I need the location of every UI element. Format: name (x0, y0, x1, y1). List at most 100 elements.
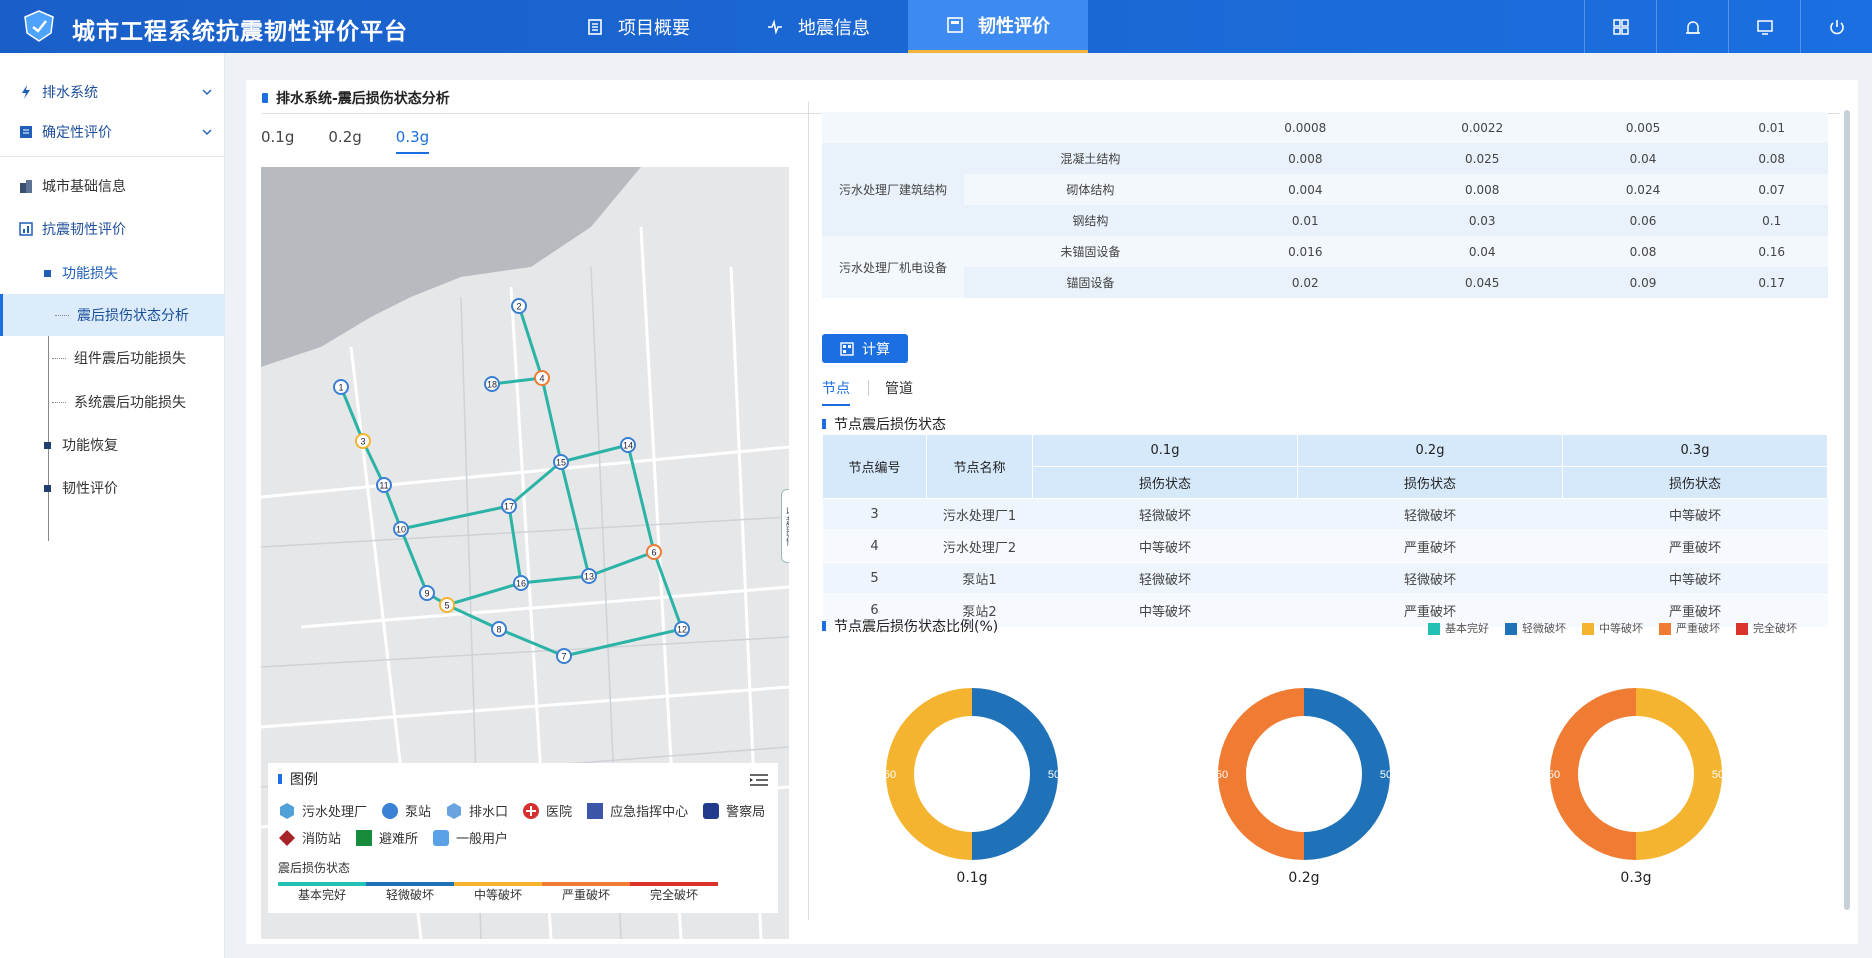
map-node[interactable]: 8 (491, 621, 507, 637)
sidebar-sub-recovery[interactable]: 功能恢复 (0, 424, 225, 466)
sidebar-item-city-info[interactable]: 城市基础信息 (0, 166, 225, 206)
table-cell: 0.02 (1216, 267, 1394, 298)
calculate-button[interactable]: 计算 (822, 334, 908, 363)
table-cell: 泵站1 (926, 562, 1033, 595)
damage-state-label: 轻微破坏 (366, 882, 454, 903)
donut-slice[interactable] (886, 688, 972, 860)
table-cell: 5 (822, 562, 927, 595)
map-node[interactable]: 14 (620, 437, 636, 453)
nav-project-overview[interactable]: 项目概要 (548, 0, 728, 53)
sidebar-label: 组件震后功能损失 (74, 351, 186, 367)
map-node-label: 8 (496, 625, 501, 635)
col-node-name: 节点名称 (926, 434, 1033, 499)
donut-slice[interactable] (1218, 688, 1304, 860)
tab-pipes[interactable]: 管道 (885, 378, 931, 406)
power-button[interactable] (1800, 0, 1872, 53)
table-row: 0.0008 0.0022 0.005 0.01 (822, 112, 1828, 143)
list-toggle-icon[interactable] (750, 773, 768, 787)
donut-svg: 50 50 (1548, 688, 1724, 860)
alarm-button[interactable] (1656, 0, 1728, 53)
main-panel: 排水系统-震后损伤状态分析 0.1g 0.2g 0.3g 1 2 3 4 5 6 7 8 9 10… (246, 80, 1858, 944)
map-node[interactable]: 4 (534, 370, 550, 386)
tab-pga-01[interactable]: 0.1g (261, 128, 294, 154)
sidebar-item-resilience[interactable]: 抗震韧性评价 (0, 209, 225, 249)
bullet-icon (44, 269, 51, 277)
table-cell (964, 112, 1217, 143)
legend-item: 严重破坏 (1659, 620, 1720, 636)
map-node[interactable]: 7 (556, 648, 572, 664)
sidebar-divider (0, 156, 225, 157)
table-cell: 0.008 (1216, 143, 1394, 174)
tab-pga-03[interactable]: 0.3g (395, 128, 430, 154)
map-node[interactable]: 5 (439, 597, 455, 613)
legend-hospital: 医院 (522, 801, 572, 820)
damage-state-label: 严重破坏 (542, 882, 630, 903)
table-cell: 0.005 (1570, 112, 1716, 143)
main-nav: 项目概要 地震信息 韧性评价 (548, 0, 1088, 53)
table-row: 3 污水处理厂1 轻微破坏 轻微破坏 中等破坏 (822, 498, 1828, 531)
nav-resilience-evaluation[interactable]: 韧性评价 (908, 0, 1088, 53)
seismic-icon (768, 18, 782, 35)
fragility-table: 0.0008 0.0022 0.005 0.01 污水处理厂建筑结构 混凝土结构 0.008… (822, 112, 1828, 298)
ratio-legend: 基本完好 轻微破坏 中等破坏 严重破坏 完全破坏 (1428, 620, 1797, 636)
legend-shelter: 避难所 (355, 828, 418, 847)
evaluation-icon (19, 222, 33, 236)
table-cell: 0.024 (1570, 174, 1716, 205)
damage-legend-bar: 基本完好 轻微破坏 中等破坏 严重破坏 完全破坏 (278, 882, 768, 903)
monitor-button[interactable] (1728, 0, 1800, 53)
bolt-icon (22, 85, 30, 99)
collapse-legend-button[interactable]: 收起图例 (781, 489, 789, 563)
donut-value-label: 50 (1048, 769, 1060, 781)
map-node[interactable]: 12 (674, 621, 690, 637)
bullet-icon (44, 484, 51, 492)
tab-nodes[interactable]: 节点 (822, 378, 850, 406)
legend-item: 完全破坏 (1736, 620, 1797, 636)
table-cell: 锚固设备 (964, 267, 1217, 298)
nav-label: 项目概要 (618, 17, 690, 39)
sidebar-sub-component-loss[interactable]: 组件震后功能损失 (0, 337, 225, 379)
sidebar-sub-resilience-eval[interactable]: 韧性评价 (0, 467, 225, 509)
map-node[interactable]: 13 (581, 568, 597, 584)
donut-slice[interactable] (1636, 688, 1722, 860)
sidebar-group-drainage[interactable]: 排水系统 (0, 72, 225, 112)
outlet-icon (447, 802, 462, 819)
tab-pga-02[interactable]: 0.2g (328, 128, 361, 154)
scrollbar[interactable] (1844, 110, 1850, 910)
map-legend: 图例 污水处理厂 泵站 排水口 医院 应急指挥中心 警察局 消防站 避难所 一般… (268, 763, 778, 913)
map-node[interactable]: 17 (501, 498, 517, 514)
sidebar-sub-function-loss[interactable]: 功能损失 (0, 252, 225, 294)
col-damage-state: 损伤状态 (1562, 466, 1828, 499)
map-node[interactable]: 18 (484, 376, 500, 392)
sidebar-sub-damage-analysis[interactable]: 震后损伤状态分析 (0, 294, 225, 336)
map-node[interactable]: 6 (646, 544, 662, 560)
table-cell: 0.008 (1393, 174, 1571, 205)
map-node[interactable]: 2 (511, 298, 527, 314)
map-node[interactable]: 9 (419, 585, 435, 601)
map-node[interactable]: 1 (333, 379, 349, 395)
sidebar-sub-system-loss[interactable]: 系统震后功能损失 (0, 381, 225, 423)
nav-earthquake-info[interactable]: 地震信息 (728, 0, 908, 53)
apps-button[interactable] (1584, 0, 1656, 53)
table-cell: 混凝土结构 (964, 143, 1217, 174)
table-row: 砌体结构 0.004 0.008 0.024 0.07 (822, 174, 1828, 205)
map-node[interactable]: 10 (393, 521, 409, 537)
table-cell: 轻微破坏 (1297, 562, 1563, 595)
donut-chart: 50 50 (1204, 674, 1404, 874)
table-cell: 0.004 (1216, 174, 1394, 205)
pump-station-icon (382, 802, 399, 819)
map-node[interactable]: 11 (376, 477, 392, 493)
sidebar-group-deterministic[interactable]: 确定性评价 (0, 112, 225, 152)
donut-slice[interactable] (1304, 688, 1390, 860)
map-node[interactable]: 15 (553, 454, 569, 470)
table-row: 4 污水处理厂2 中等破坏 严重破坏 严重破坏 (822, 530, 1828, 563)
map-node-label: 13 (584, 572, 594, 582)
donut-slice[interactable] (1550, 688, 1636, 860)
map-node[interactable]: 3 (355, 433, 371, 449)
table-cell: 0.06 (1570, 205, 1716, 236)
node-damage-title: 节点震后损伤状态 (822, 414, 946, 434)
network-map[interactable]: 1 2 3 4 5 6 7 8 9 10 11 12 13 14 15 16 17 18 收起图例 图例 污水处理… (261, 167, 789, 939)
map-node[interactable]: 16 (513, 575, 529, 591)
donut-slice[interactable] (972, 688, 1058, 860)
chevron-down-icon (202, 129, 212, 135)
document-icon (588, 18, 602, 35)
